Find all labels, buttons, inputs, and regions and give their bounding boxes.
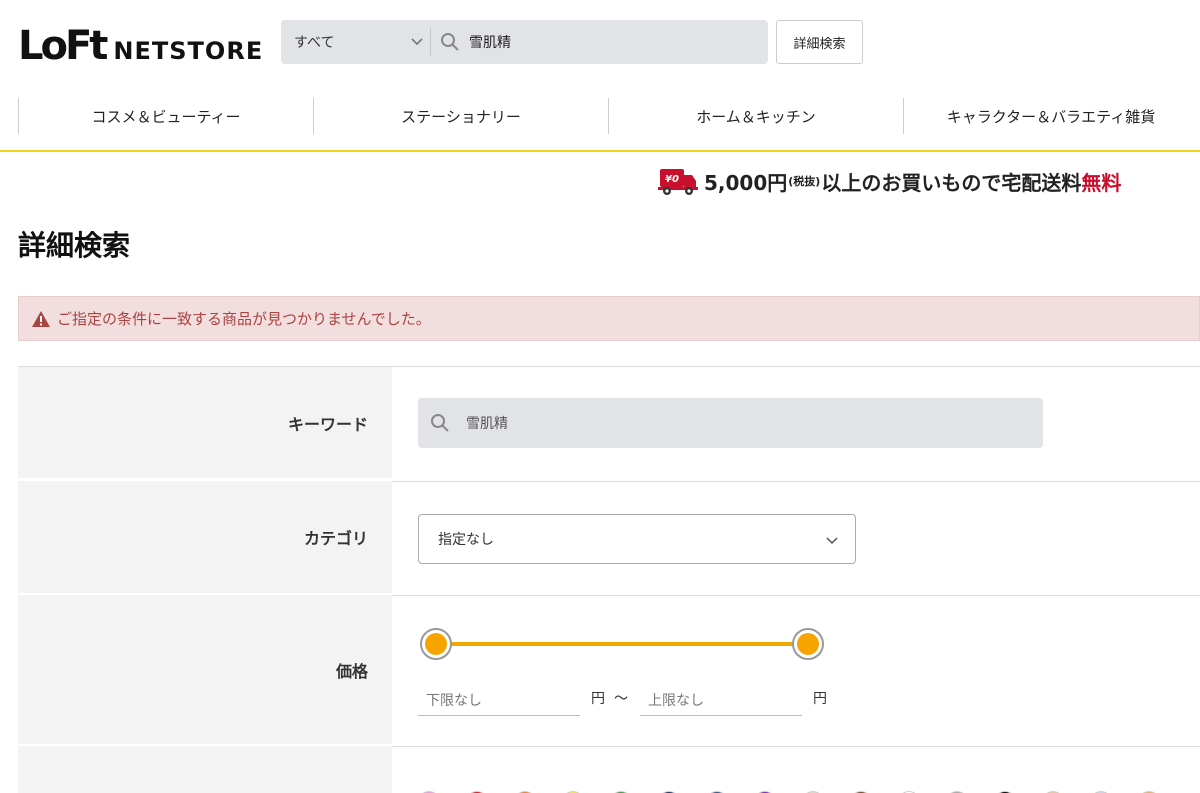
keyword-row: キーワード 雪肌精 [18, 366, 1200, 478]
delivery-truck-icon: ¥0 [658, 169, 698, 195]
price-slider-min-handle[interactable] [420, 628, 452, 660]
price-slider-max-handle[interactable] [792, 628, 824, 660]
shipping-tax-note: (税抜) [788, 175, 821, 188]
price-row: 価格 下限なし 円 〜 上限なし 円 [18, 593, 1200, 744]
shipping-text: 以上のお買いもので宅配送料 [821, 170, 1082, 195]
category-row: カテゴリ 指定なし [18, 479, 1200, 593]
category-selected-value: 指定なし [438, 532, 494, 548]
category-label: カテゴリ [18, 481, 392, 593]
price-min-unit: 円 [591, 691, 605, 707]
color-field-cell [392, 746, 1200, 793]
shipping-free-label: 無料 [1081, 170, 1122, 195]
category-nav: コスメ＆ビューティー ステーショナリー ホーム＆キッチン キャラクター＆バラエテ… [18, 98, 1200, 134]
keyword-input[interactable]: 雪肌精 [418, 398, 1043, 448]
no-results-alert: ご指定の条件に一致する商品が見つかりませんでした。 [18, 296, 1200, 341]
price-min-input[interactable]: 下限なし [418, 684, 580, 716]
page-title: 詳細検索 [18, 229, 131, 262]
price-max-input[interactable]: 上限なし [640, 684, 802, 716]
nav-divider [0, 150, 1200, 152]
truck-badge-text: ¥0 [665, 174, 679, 185]
search-input[interactable]: 雪肌精 [469, 32, 511, 52]
loft-netstore-logo[interactable]: LoFt NETSTORE [18, 20, 263, 66]
nav-item-character-variety[interactable]: キャラクター＆バラエティ雑貨 [903, 98, 1198, 134]
search-scope-select[interactable]: すべて [281, 28, 431, 56]
color-row [18, 744, 1200, 793]
free-shipping-banner[interactable]: ¥0 5,000円 (税抜) 以上のお買いもので宅配送料 無料 [658, 164, 1121, 198]
nav-item-stationery[interactable]: ステーショナリー [313, 98, 608, 134]
keyword-label: キーワード [18, 367, 392, 478]
keyword-input-value: 雪肌精 [466, 416, 508, 432]
price-max-unit: 円 [813, 691, 827, 707]
nav-item-home-kitchen[interactable]: ホーム＆キッチン [608, 98, 903, 134]
chevron-down-icon [825, 533, 839, 551]
warning-icon [32, 310, 50, 327]
color-label [18, 746, 392, 793]
category-select[interactable]: 指定なし [418, 514, 856, 564]
price-range-separator: 〜 [614, 691, 628, 707]
search-icon[interactable] [439, 31, 461, 53]
nav-item-cosme[interactable]: コスメ＆ビューティー [18, 98, 313, 134]
shipping-amount: 5,000円 [704, 170, 788, 195]
site-header: LoFt NETSTORE すべて 雪肌精 詳細検索 [0, 0, 1200, 86]
search-scope-label: すべて [294, 35, 335, 51]
category-field-cell: 指定なし [392, 481, 1200, 593]
price-label: 価格 [18, 595, 392, 744]
header-search-bar: すべて 雪肌精 [281, 20, 768, 64]
detail-search-button[interactable]: 詳細検索 [776, 20, 863, 64]
keyword-field-cell: 雪肌精 [392, 367, 1200, 478]
logo-loft-text: LoFt [18, 23, 108, 69]
logo-netstore-text: NETSTORE [113, 37, 264, 65]
chevron-down-icon [410, 34, 424, 52]
search-icon [431, 414, 449, 432]
price-slider-track[interactable] [436, 642, 808, 646]
price-field-cell: 下限なし 円 〜 上限なし 円 [392, 595, 1200, 744]
alert-message: ご指定の条件に一致する商品が見つかりませんでした。 [57, 310, 431, 328]
